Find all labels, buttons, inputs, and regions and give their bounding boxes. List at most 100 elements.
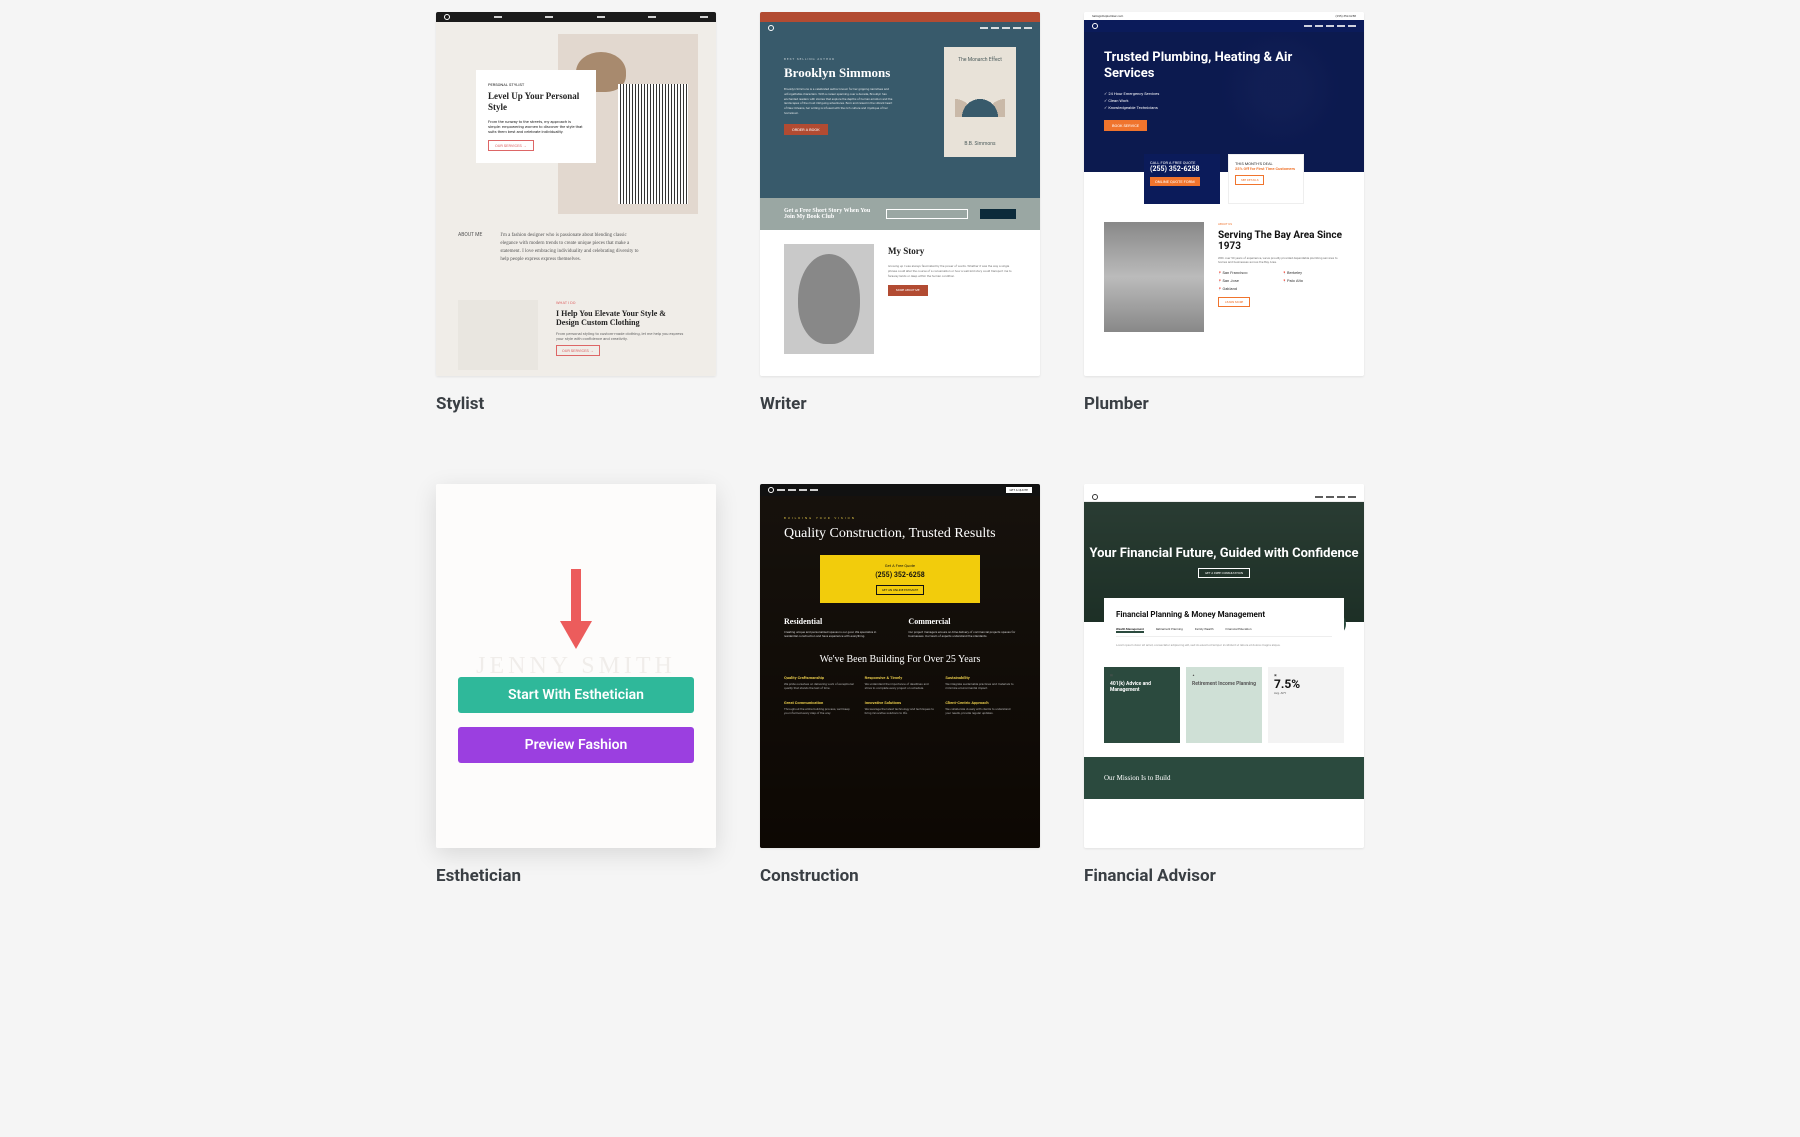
- intro: From the runway to the streets, my appro…: [488, 119, 584, 134]
- hero: PERSONAL STYLIST Level Up Your Personal …: [436, 22, 716, 376]
- help-headline: I Help You Elevate Your Style & Design C…: [556, 309, 686, 327]
- topbar: [760, 12, 1040, 22]
- topbar: hello@diviplumber.com (255) 352-6258: [1084, 12, 1364, 20]
- cta-button: ORDER A BOOK: [784, 124, 828, 135]
- topbar-email: hello@diviplumber.com: [1092, 14, 1123, 18]
- serve-text: With over 50 years of experience, we've …: [1218, 256, 1344, 264]
- serve-kicker: ABOUT US: [1218, 222, 1344, 226]
- cta-button: GET A FREE CONSULTATION: [1198, 568, 1250, 578]
- preview-button[interactable]: Preview Fashion: [458, 727, 694, 763]
- stat-cards: ▤ 401(k) Advice and Management ▲ Retirem…: [1084, 667, 1364, 743]
- nav: GET A QUOTE: [760, 484, 1040, 496]
- template-card-construction[interactable]: GET A QUOTE BUILDING YOUR VISION Quality…: [760, 484, 1040, 886]
- book-author: B.B. Simmons: [964, 141, 995, 147]
- intro: Brooklyn Simmons is a celebrated author …: [784, 87, 894, 116]
- planning-panel: Financial Planning & Money Management We…: [1104, 598, 1344, 659]
- stat-card-3: ▣ 7.5% Avg. APY: [1268, 667, 1344, 743]
- kicker: BUILDING YOUR VISION: [784, 516, 1016, 520]
- story-title: My Story: [888, 244, 1016, 258]
- template-card-esthetician[interactable]: JENNY SMITH Start With Esthetician Previ…: [436, 484, 716, 886]
- help-kicker: WHAT I DO: [556, 300, 686, 305]
- story-cta: MORE ABOUT ME: [888, 285, 928, 296]
- story-text: Growing up I was always fascinated by th…: [888, 264, 1016, 278]
- thumbnail: hello@diviplumber.com (255) 352-6258 Tru…: [1084, 12, 1364, 376]
- about-label: ABOUT ME: [458, 232, 482, 264]
- hover-overlay: Start With Esthetician Preview Fashion: [436, 484, 716, 848]
- promo-cards: CALL FOR A FREE QUOTE (255) 352-6258 ONL…: [1084, 154, 1364, 204]
- check-3: Knowledgeable Technicians: [1104, 105, 1344, 110]
- feature-grid: Quality CraftsmanshipWe pride ourselves …: [784, 675, 1016, 715]
- topbar-phone: (255) 352-6258: [1335, 14, 1356, 18]
- template-card-financial[interactable]: Your Financial Future, Guided with Confi…: [1084, 484, 1364, 886]
- arrow-down-icon: [560, 569, 592, 659]
- hero: Trusted Plumbing, Heating & Air Services…: [1084, 32, 1364, 172]
- thumbnail: JENNY SMITH Start With Esthetician Previ…: [436, 484, 716, 848]
- logo-icon: [768, 487, 774, 493]
- two-col: ResidentialCreating unique and personali…: [784, 617, 1016, 638]
- help-cta: OUR SERVICES →: [556, 345, 600, 356]
- serve-title: Serving The Bay Area Since 1973: [1218, 230, 1344, 252]
- book-title: The Monarch Effect: [958, 57, 1002, 63]
- panel-tabs: Wealth Management Retirement Planning Fa…: [1116, 627, 1332, 637]
- subscribe-button: [980, 209, 1016, 219]
- caption: Financial Advisor: [1084, 866, 1364, 886]
- caption: Esthetician: [436, 866, 716, 886]
- panel-title: Financial Planning & Money Management: [1116, 610, 1332, 619]
- serve-cta: LEARN MORE: [1218, 297, 1250, 307]
- template-card-writer[interactable]: BEST SELLING AUTHOR Brooklyn Simmons Bro…: [760, 12, 1040, 414]
- template-card-stylist[interactable]: PERSONAL STYLIST Level Up Your Personal …: [436, 12, 716, 414]
- about-row: ABOUT ME I'm a fashion designer who is p…: [458, 232, 640, 264]
- topbar: [1084, 484, 1364, 492]
- person-icon: ▲: [1192, 673, 1195, 677]
- pipes-image: [1104, 222, 1204, 332]
- stat-card-2: ▲ Retirement Income Planning: [1186, 667, 1262, 743]
- thumbnail: GET A QUOTE BUILDING YOUR VISION Quality…: [760, 484, 1040, 848]
- promo-deal: THIS MONTH'S DEAL 25% Off for First Time…: [1228, 154, 1304, 204]
- twentyfive-years: We've Been Building For Over 25 Years: [784, 654, 1016, 665]
- check-2: Clean Work: [1104, 98, 1344, 103]
- thumbnail: Your Financial Future, Guided with Confi…: [1084, 484, 1364, 848]
- help-row: WHAT I DO I Help You Elevate Your Style …: [458, 300, 686, 370]
- caption: Plumber: [1084, 394, 1364, 414]
- topnav: [436, 12, 716, 22]
- book-art: [955, 87, 1005, 117]
- hero: BUILDING YOUR VISION Quality Constructio…: [760, 496, 1040, 848]
- panel-desc: Lorem ipsum dolor sit amet, consectetur …: [1116, 643, 1332, 647]
- author-photo: [784, 244, 874, 354]
- quote-card: Get A Free Quote (255) 352-6258 GET AN O…: [820, 555, 980, 603]
- headline: Brooklyn Simmons: [784, 65, 894, 81]
- hero: BEST SELLING AUTHOR Brooklyn Simmons Bro…: [760, 33, 1040, 198]
- email-input: [886, 209, 968, 219]
- book-cover: The Monarch Effect B.B. Simmons: [944, 47, 1016, 157]
- nav: [760, 22, 1040, 33]
- promo-phone: CALL FOR A FREE QUOTE (255) 352-6258 ONL…: [1144, 154, 1220, 204]
- nav: [1084, 492, 1364, 502]
- thumbnail: BEST SELLING AUTHOR Brooklyn Simmons Bro…: [760, 12, 1040, 376]
- logo-icon: [1092, 23, 1098, 29]
- nav-quote-button: GET A QUOTE: [1006, 487, 1032, 493]
- logo-icon: [1092, 494, 1098, 500]
- subscribe-strip: Get a Free Short Story When You Join My …: [760, 198, 1040, 230]
- clothes-image: [458, 300, 538, 370]
- serve-section: ABOUT US Serving The Bay Area Since 1973…: [1084, 222, 1364, 346]
- cta-button: BOOK SERVICE: [1104, 120, 1147, 131]
- caption: Stylist: [436, 394, 716, 414]
- headline: Your Financial Future, Guided with Confi…: [1089, 546, 1358, 562]
- doc-icon: ▤: [1110, 673, 1113, 677]
- nav: [1084, 20, 1364, 32]
- cta-button: OUR SERVICES →: [488, 140, 534, 151]
- stat-card-1: ▤ 401(k) Advice and Management: [1104, 667, 1180, 743]
- logo-icon: [444, 14, 450, 20]
- headline: Level Up Your Personal Style: [488, 91, 584, 113]
- template-card-plumber[interactable]: hello@diviplumber.com (255) 352-6258 Tru…: [1084, 12, 1364, 414]
- mission-strip: Our Mission Is to Build: [1084, 757, 1364, 799]
- logo-icon: [768, 25, 774, 31]
- thumbnail: PERSONAL STYLIST Level Up Your Personal …: [436, 12, 716, 376]
- start-with-button[interactable]: Start With Esthetician: [458, 677, 694, 713]
- caption: Writer: [760, 394, 1040, 414]
- check-1: 24 Hour Emergency Services: [1104, 91, 1344, 96]
- caption: Construction: [760, 866, 1040, 886]
- kicker: BEST SELLING AUTHOR: [784, 57, 894, 61]
- headline: Trusted Plumbing, Heating & Air Services: [1104, 50, 1344, 83]
- hero-card: PERSONAL STYLIST Level Up Your Personal …: [476, 70, 596, 163]
